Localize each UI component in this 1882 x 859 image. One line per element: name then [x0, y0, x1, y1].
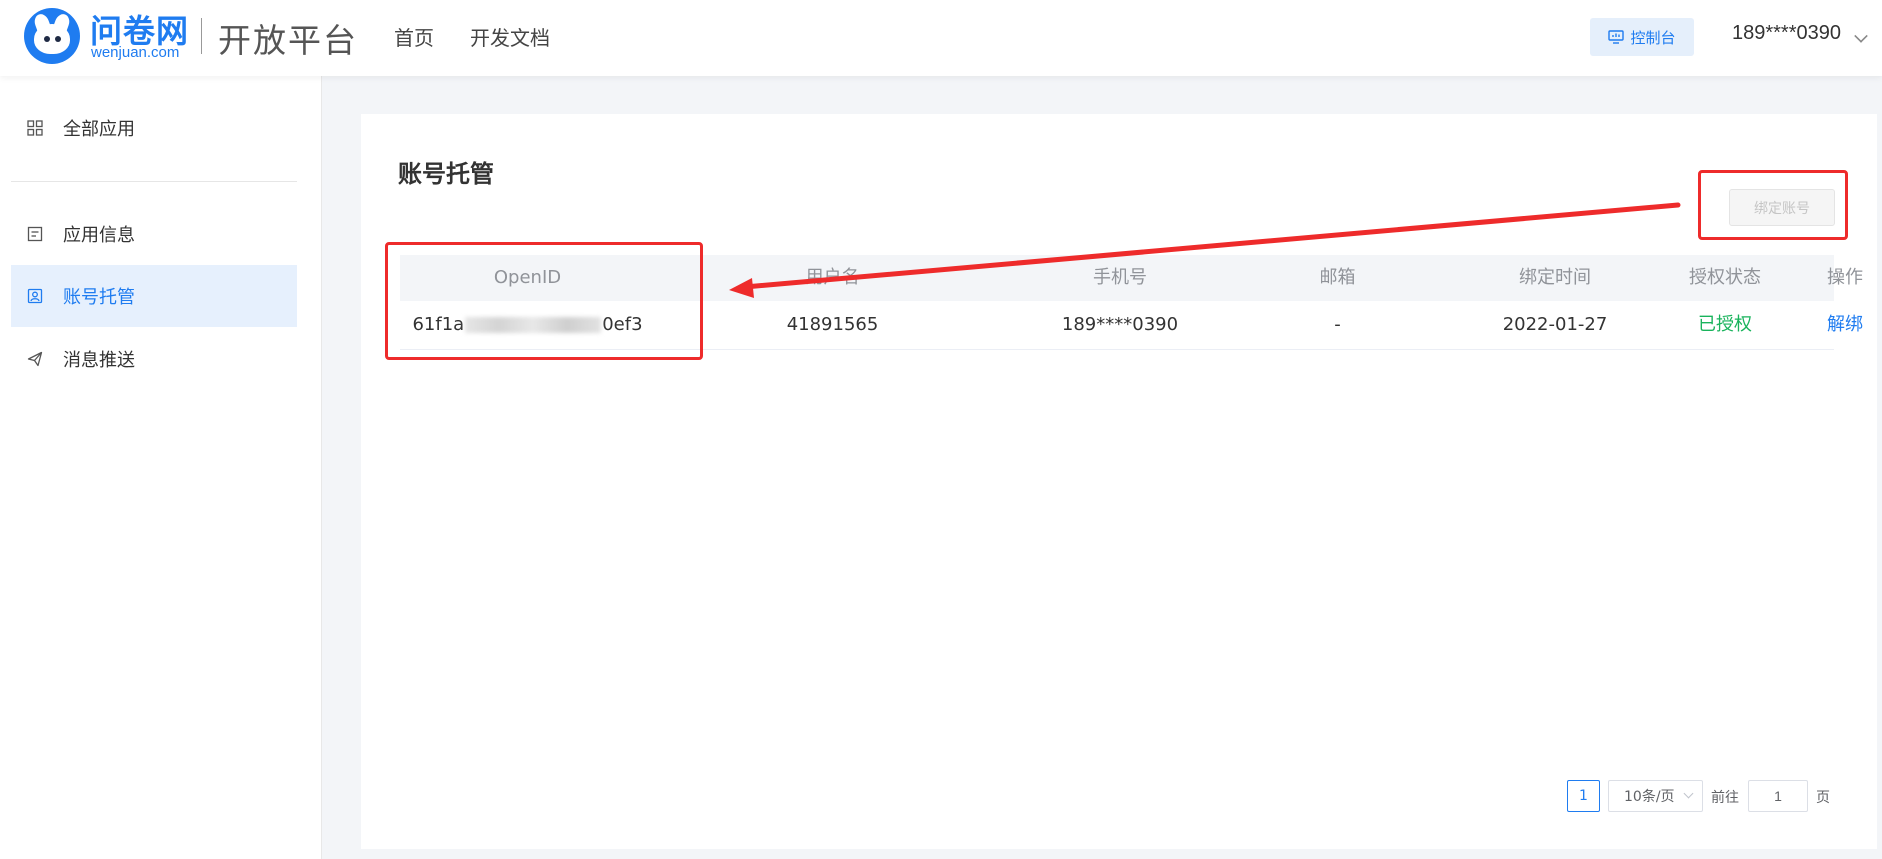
grid-icon [25, 118, 45, 138]
chevron-down-icon[interactable] [1854, 29, 1868, 43]
document-icon [25, 224, 45, 244]
cell-username: 41891565 [786, 314, 879, 335]
column-header-phone: 手机号 [1093, 267, 1147, 288]
page-size-select[interactable]: 10条/页 [1608, 780, 1703, 812]
sidebar-item-label: 消息推送 [63, 350, 135, 371]
cell-email: - [1334, 314, 1341, 335]
page-size-value: 10条/页 [1624, 789, 1675, 805]
content-card [361, 114, 1877, 849]
annotation-box-openid [385, 242, 703, 360]
goto-page-input[interactable] [1748, 780, 1808, 812]
cell-bind-time: 2022-01-27 [1502, 314, 1608, 335]
platform-title: 开放平台 [218, 21, 358, 60]
sidebar-item-app-info[interactable]: 应用信息 [11, 203, 297, 265]
sidebar: 全部应用 应用信息 账号托管 消息推送 [0, 76, 322, 859]
unbind-link[interactable]: 解绑 [1785, 301, 1882, 349]
nav-home[interactable]: 首页 [394, 22, 434, 51]
logo-divider [201, 18, 202, 54]
monitor-chart-icon [1608, 30, 1625, 44]
nav-dev-docs[interactable]: 开发文档 [470, 22, 550, 51]
sidebar-divider [11, 181, 297, 182]
user-badge-icon [25, 286, 45, 306]
console-button-label: 控制台 [1630, 28, 1676, 47]
page-suffix-label: 页 [1816, 790, 1830, 806]
mascot-logo-icon[interactable] [24, 8, 80, 64]
sidebar-item-label: 应用信息 [63, 225, 135, 246]
goto-label: 前往 [1711, 790, 1739, 806]
chevron-down-icon [1683, 788, 1694, 799]
column-header-action: 操作 [1827, 267, 1863, 288]
column-header-auth-status: 授权状态 [1689, 267, 1761, 288]
column-header-email: 邮箱 [1319, 267, 1356, 288]
top-header: 问卷网 wenjuan.com 开放平台 首页 开发文档 控制台 189****… [0, 0, 1882, 76]
cell-auth-status: 已授权 [1698, 314, 1752, 335]
sidebar-item-all-apps[interactable]: 全部应用 [11, 97, 297, 159]
column-header-bind-time: 绑定时间 [1519, 267, 1591, 288]
console-button[interactable]: 控制台 [1590, 18, 1694, 56]
sidebar-item-label: 账号托管 [63, 287, 135, 308]
sidebar-item-account-hosting[interactable]: 账号托管 [11, 265, 297, 327]
pagination-page-1[interactable]: 1 [1567, 780, 1600, 812]
sidebar-item-message-push[interactable]: 消息推送 [11, 328, 297, 390]
column-header-username: 用户名 [805, 267, 860, 288]
annotation-box-bind-button [1698, 170, 1848, 240]
sidebar-item-label: 全部应用 [63, 119, 135, 140]
cell-phone: 189****0390 [1061, 314, 1179, 335]
user-account[interactable]: 189****0390 [1732, 22, 1841, 45]
send-icon [25, 349, 45, 369]
logo-domain: wenjuan.com [91, 44, 180, 61]
page-title: 账号托管 [398, 160, 494, 188]
